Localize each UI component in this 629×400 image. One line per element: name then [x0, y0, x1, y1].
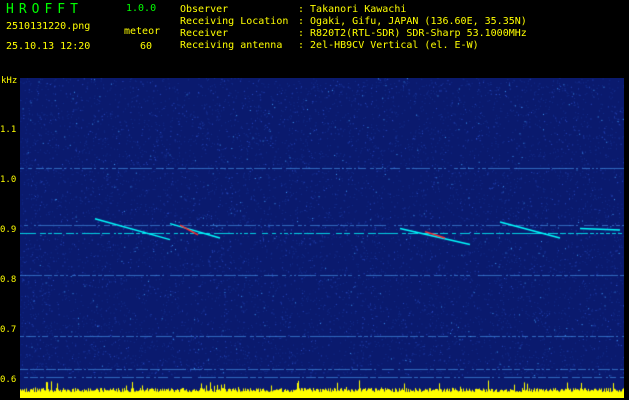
y-tick-label: 0.7: [0, 325, 17, 335]
info-location-value: : Ogaki, Gifu, JAPAN (136.60E, 35.35N): [298, 16, 527, 27]
version-label: 1.0.0: [126, 3, 157, 14]
mode-label: meteor: [124, 26, 161, 37]
info-observer-key: Observer: [180, 4, 229, 15]
y-tick-label: 0.9: [0, 225, 17, 235]
info-antenna-key: Receiving antenna: [180, 40, 283, 51]
y-tick-label: 1.0: [0, 175, 17, 185]
info-location-key: Receiving Location: [180, 16, 289, 27]
y-tick-label: 0.8: [0, 275, 17, 285]
logo: HROFFT: [6, 2, 83, 17]
datetime-label: 25.10.13 12:20: [6, 41, 91, 52]
count-label: 60: [140, 41, 153, 52]
y-tick-label: 1.1: [0, 125, 17, 135]
waterfall-spectrogram: [20, 78, 624, 398]
filename-label: 2510131220.png: [6, 21, 91, 32]
info-receiver-value: : R820T2(RTL-SDR) SDR-Sharp 53.1000MHz: [298, 28, 527, 39]
waterfall-plot: [20, 78, 624, 398]
info-receiver-key: Receiver: [180, 28, 229, 39]
y-tick-label: 0.6: [0, 375, 17, 385]
info-observer-value: : Takanori Kawachi: [298, 4, 407, 15]
y-axis-unit: kHz: [1, 76, 18, 86]
info-antenna-value: : 2el-HB9CV Vertical (el. E-W): [298, 40, 479, 51]
